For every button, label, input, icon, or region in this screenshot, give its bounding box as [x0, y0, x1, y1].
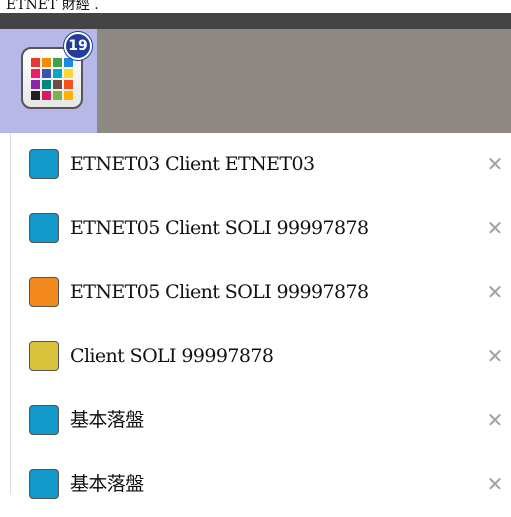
grid-tile — [64, 80, 73, 89]
apps-grid-icon — [31, 58, 75, 102]
toolbar-area — [97, 29, 511, 133]
grid-tile — [64, 69, 73, 78]
grid-tile — [64, 91, 73, 100]
color-swatch — [29, 213, 59, 243]
close-icon[interactable]: ✕ — [485, 213, 505, 243]
window-label: ETNET03 Client ETNET03 — [70, 153, 315, 175]
top-title-strip: ETNET 財經 . — [0, 0, 511, 13]
color-swatch — [29, 469, 59, 499]
color-swatch — [29, 341, 59, 371]
close-icon[interactable]: ✕ — [485, 469, 505, 499]
window-list-panel: ETNET03 Client ETNET03 ✕ ETNET05 Client SO… — [10, 133, 511, 499]
grid-tile — [42, 80, 51, 89]
color-swatch — [29, 277, 59, 307]
close-icon[interactable]: ✕ — [485, 341, 505, 371]
window-label: ETNET05 Client SOLI 99997878 — [70, 281, 369, 303]
notification-badge: 19 — [64, 32, 92, 60]
window-list-item[interactable]: ETNET03 Client ETNET03 ✕ — [11, 133, 511, 197]
window-list-item[interactable]: 基本落盤 ✕ — [11, 453, 511, 517]
window-list-item[interactable]: ETNET05 Client SOLI 99997878 ✕ — [11, 261, 511, 325]
grid-tile — [64, 58, 73, 67]
close-icon[interactable]: ✕ — [485, 405, 505, 435]
title-bar-band — [0, 13, 511, 29]
grid-tile — [42, 58, 51, 67]
window-label: ETNET05 Client SOLI 99997878 — [70, 217, 369, 239]
window-label: 基本落盤 — [70, 473, 144, 495]
grid-tile — [53, 80, 62, 89]
grid-tile — [31, 80, 40, 89]
grid-tile — [53, 91, 62, 100]
grid-tile — [31, 91, 40, 100]
grid-tile — [31, 58, 40, 67]
close-icon[interactable]: ✕ — [485, 149, 505, 179]
grid-tile — [53, 69, 62, 78]
close-icon[interactable]: ✕ — [485, 277, 505, 307]
window-label: Client SOLI 99997878 — [70, 345, 274, 367]
grid-tile — [31, 69, 40, 78]
color-swatch — [29, 149, 59, 179]
grid-tile — [42, 69, 51, 78]
grid-tile — [53, 58, 62, 67]
color-swatch — [29, 405, 59, 435]
window-list-item[interactable]: Client SOLI 99997878 ✕ — [11, 325, 511, 389]
window-list-item[interactable]: ETNET05 Client SOLI 99997878 ✕ — [11, 197, 511, 261]
grid-tile — [42, 91, 51, 100]
window-label: 基本落盤 — [70, 409, 144, 431]
window-list-item[interactable]: 基本落盤 ✕ — [11, 389, 511, 453]
top-title-text: ETNET 財經 . — [6, 0, 99, 13]
